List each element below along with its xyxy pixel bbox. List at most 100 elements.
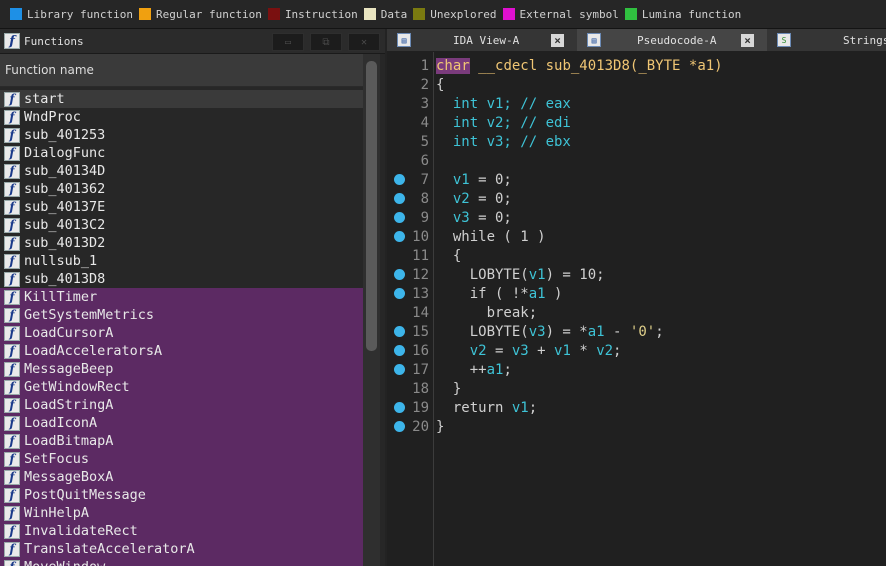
close-icon[interactable]: × bbox=[741, 33, 754, 47]
function-row[interactable]: f sub_401253 bbox=[0, 126, 363, 144]
function-row[interactable]: f sub_401362 bbox=[0, 180, 363, 198]
function-name: sub_401362 bbox=[24, 181, 106, 197]
functions-scrollbar[interactable] bbox=[363, 54, 380, 566]
breakpoint-dot[interactable] bbox=[394, 269, 405, 280]
function-row[interactable]: f InvalidateRect bbox=[0, 522, 363, 540]
code-token: ; bbox=[613, 342, 622, 359]
function-row[interactable]: f SetFocus bbox=[0, 450, 363, 468]
code-text: return v1; bbox=[436, 400, 537, 416]
function-row[interactable]: f sub_40137E bbox=[0, 198, 363, 216]
code-line[interactable]: 18 } bbox=[387, 379, 886, 398]
breakpoint-dot[interactable] bbox=[394, 345, 405, 356]
function-row[interactable]: f GetWindowRect bbox=[0, 378, 363, 396]
code-line[interactable]: 20} bbox=[387, 417, 886, 436]
function-row[interactable]: f WndProc bbox=[0, 108, 363, 126]
function-row[interactable]: f sub_4013C2 bbox=[0, 216, 363, 234]
breakpoint-dot[interactable] bbox=[394, 174, 405, 185]
function-row[interactable]: f MessageBeep bbox=[0, 360, 363, 378]
breakpoint-dot[interactable] bbox=[394, 326, 405, 337]
breakpoint-dot[interactable] bbox=[394, 288, 405, 299]
function-row[interactable]: f sub_4013D8 bbox=[0, 270, 363, 288]
code-text: } bbox=[436, 419, 444, 435]
function-icon: f bbox=[4, 181, 20, 197]
function-row[interactable]: f nullsub_1 bbox=[0, 252, 363, 270]
tab-ida-view-a[interactable]: ▤ IDA View-A × bbox=[387, 29, 577, 51]
function-icon: f bbox=[4, 379, 20, 395]
code-line[interactable]: 13 if ( !*a1 ) bbox=[387, 284, 886, 303]
tab-strings[interactable]: S Strings bbox=[767, 29, 886, 51]
line-number: 17 bbox=[412, 361, 429, 378]
breakpoint-dot[interactable] bbox=[394, 231, 405, 242]
line-number: 14 bbox=[412, 304, 429, 321]
code-text: ++a1; bbox=[436, 362, 512, 378]
function-row[interactable]: f DialogFunc bbox=[0, 144, 363, 162]
function-row[interactable]: f LoadAcceleratorsA bbox=[0, 342, 363, 360]
code-line[interactable]: 11 { bbox=[387, 246, 886, 265]
function-row[interactable]: f PostQuitMessage bbox=[0, 486, 363, 504]
code-token: = 0; bbox=[469, 190, 512, 207]
line-number: 10 bbox=[412, 228, 429, 245]
code-line[interactable]: 1 char __cdecl sub_4013D8(_BYTE *a1) bbox=[387, 56, 886, 75]
tab-pseudocode-a[interactable]: ▤ Pseudocode-A × bbox=[577, 29, 767, 51]
function-row[interactable]: f KillTimer bbox=[0, 288, 363, 306]
code-line[interactable]: 10 while ( 1 ) bbox=[387, 227, 886, 246]
breakpoint-dot[interactable] bbox=[394, 364, 405, 375]
code-line[interactable]: 19 return v1; bbox=[387, 398, 886, 417]
code-token: ) = * bbox=[545, 323, 588, 340]
function-row[interactable]: f LoadBitmapA bbox=[0, 432, 363, 450]
line-number: 2 bbox=[420, 76, 429, 93]
code-token: __cdecl sub_4013D8( bbox=[478, 57, 639, 74]
breakpoint-dot[interactable] bbox=[394, 193, 405, 204]
function-row[interactable]: f LoadCursorA bbox=[0, 324, 363, 342]
code-line[interactable]: 2{ bbox=[387, 75, 886, 94]
code-token: int v3; // ebx bbox=[452, 133, 571, 150]
function-row[interactable]: f TranslateAcceleratorA bbox=[0, 540, 363, 558]
function-name: sub_4013D8 bbox=[24, 271, 106, 287]
functions-panel-titlebar: f Functions ▭ ⧉ ✕ bbox=[0, 29, 385, 54]
function-row[interactable]: f WinHelpA bbox=[0, 504, 363, 522]
breakpoint-dot[interactable] bbox=[394, 212, 405, 223]
legend-swatch bbox=[363, 8, 376, 20]
function-row[interactable]: f LoadStringA bbox=[0, 396, 363, 414]
code-token: char bbox=[436, 57, 470, 74]
code-line[interactable]: 16 v2 = v3 + v1 * v2; bbox=[387, 341, 886, 360]
function-row[interactable]: f MoveWindow bbox=[0, 558, 363, 566]
function-name: KillTimer bbox=[24, 289, 98, 305]
window-icon[interactable]: ▭ bbox=[272, 33, 304, 51]
code-line[interactable]: 14 break; bbox=[387, 303, 886, 322]
function-row[interactable]: f MessageBoxA bbox=[0, 468, 363, 486]
code-token: if ( !* bbox=[436, 285, 529, 302]
function-row[interactable]: f sub_4013D2 bbox=[0, 234, 363, 252]
pseudocode-view[interactable]: 1 char __cdecl sub_4013D8(_BYTE *a1) 2{3 i… bbox=[387, 52, 886, 566]
function-row[interactable]: f start bbox=[0, 90, 363, 108]
code-line[interactable]: 4 int v2; // edi bbox=[387, 113, 886, 132]
code-line[interactable]: 15 LOBYTE(v3) = *a1 - '0'; bbox=[387, 322, 886, 341]
code-line[interactable]: 5 int v3; // ebx bbox=[387, 132, 886, 151]
legend-item: Unexplored bbox=[413, 7, 497, 21]
function-row[interactable]: f GetSystemMetrics bbox=[0, 306, 363, 324]
breakpoint-dot[interactable] bbox=[394, 402, 405, 413]
restore-icon[interactable]: ⧉ bbox=[310, 33, 342, 51]
scrollbar-thumb[interactable] bbox=[366, 61, 377, 351]
code-text: char __cdecl sub_4013D8(_BYTE *a1) bbox=[436, 57, 723, 74]
code-line[interactable]: 8 v2 = 0; bbox=[387, 189, 886, 208]
close-icon[interactable]: × bbox=[551, 33, 564, 47]
breakpoint-dot[interactable] bbox=[394, 421, 405, 432]
close-icon[interactable]: ✕ bbox=[348, 33, 380, 51]
code-line[interactable]: 6 bbox=[387, 151, 886, 170]
function-icon: f bbox=[4, 415, 20, 431]
function-row[interactable]: f LoadIconA bbox=[0, 414, 363, 432]
code-line[interactable]: 12 LOBYTE(v1) = 10; bbox=[387, 265, 886, 284]
code-token: = bbox=[486, 342, 512, 359]
code-line[interactable]: 7 v1 = 0; bbox=[387, 170, 886, 189]
line-number: 19 bbox=[412, 399, 429, 416]
code-line[interactable]: 3 int v1; // eax bbox=[387, 94, 886, 113]
function-icon: f bbox=[4, 307, 20, 323]
code-line[interactable]: 17 ++a1; bbox=[387, 360, 886, 379]
code-text: int v1; // eax bbox=[436, 96, 571, 112]
legend-label: Unexplored bbox=[430, 7, 497, 21]
function-row[interactable]: f sub_40134D bbox=[0, 162, 363, 180]
code-line[interactable]: 9 v3 = 0; bbox=[387, 208, 886, 227]
column-header-function-name[interactable]: Function name bbox=[0, 54, 363, 87]
code-token: v1 bbox=[554, 342, 571, 359]
